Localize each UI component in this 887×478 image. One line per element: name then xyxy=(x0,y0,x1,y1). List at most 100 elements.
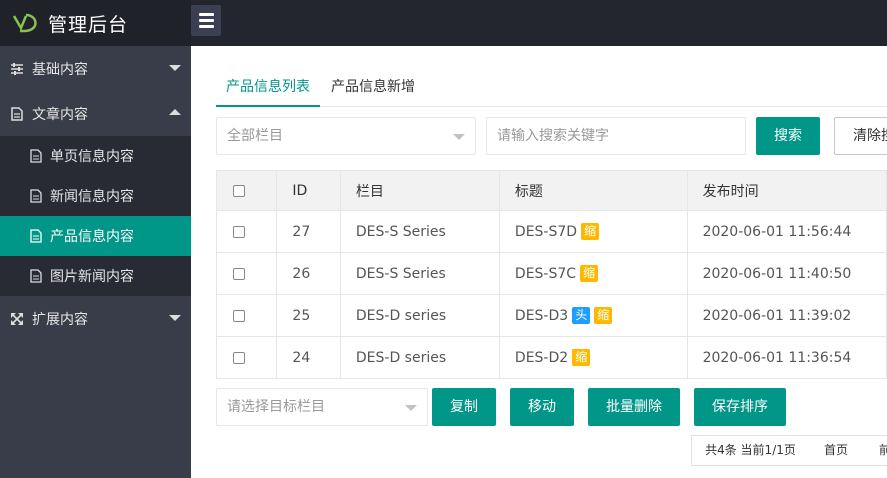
sidebar-item-label: 图片新闻内容 xyxy=(50,269,134,285)
row-select-cell xyxy=(215,336,278,379)
target-category-select[interactable]: 请选择目标栏目 xyxy=(216,388,428,426)
sidebar-submenu: 单页信息内容 新闻信息内容 产品信息内容 图片新闻内容 xyxy=(0,136,191,296)
row-id: 27 xyxy=(276,210,341,253)
row-select-cell xyxy=(215,210,278,253)
copy-button[interactable]: 复制 xyxy=(432,388,496,426)
row-select-cell xyxy=(215,294,278,337)
logo: 管理后台 xyxy=(0,0,191,46)
sliders-icon xyxy=(10,62,24,76)
sidebar-item-single-page[interactable]: 单页信息内容 xyxy=(0,136,191,176)
search-input[interactable]: 请输入搜索关键字 xyxy=(486,117,746,155)
select-all-checkbox[interactable] xyxy=(233,184,245,197)
row-time: 2020-06-01 11:36:54 xyxy=(686,336,887,379)
tab-bar: 产品信息列表 产品信息新增 xyxy=(216,70,887,107)
thumbnail-badge: 缩 xyxy=(594,307,613,324)
column-header-time: 发布时间 xyxy=(686,170,887,211)
row-id: 25 xyxy=(276,294,341,337)
batch-delete-button[interactable]: 批量删除 xyxy=(588,388,680,426)
row-category: DES-S Series xyxy=(339,252,500,295)
chevron-down-icon xyxy=(169,315,181,321)
search-input-placeholder: 请输入搜索关键字 xyxy=(497,128,609,144)
row-category: DES-D series xyxy=(339,336,500,379)
sidebar-item-label: 单页信息内容 xyxy=(50,149,134,165)
sidebar: 基础内容 文章内容 单页信息内容 新闻信息内容 产品信息内容 图片新闻内容 扩展… xyxy=(0,46,191,478)
dropdown-arrow-icon xyxy=(453,134,465,140)
document-icon xyxy=(30,229,42,243)
save-order-button[interactable]: 保存排序 xyxy=(694,388,786,426)
top-bar: 管理后台 xyxy=(0,0,887,46)
sidebar-item-products[interactable]: 产品信息内容 xyxy=(0,216,191,256)
row-title-link[interactable]: DES-S7D xyxy=(515,224,577,240)
row-id: 26 xyxy=(276,252,341,295)
menu-toggle-button[interactable] xyxy=(191,5,221,36)
search-button[interactable]: 搜索 xyxy=(756,117,820,155)
chevron-up-icon xyxy=(169,109,181,115)
tab-product-add[interactable]: 产品信息新增 xyxy=(320,70,426,107)
table-row: 25 DES-D series DES-D3 头缩 2020-06-01 11:3… xyxy=(215,294,887,337)
sidebar-group-articles[interactable]: 文章内容 xyxy=(0,91,191,136)
row-time: 2020-06-01 11:39:02 xyxy=(686,294,887,337)
row-category: DES-S Series xyxy=(339,210,500,253)
logo-icon xyxy=(12,13,37,33)
tab-product-list[interactable]: 产品信息列表 xyxy=(216,70,320,107)
category-select[interactable]: 全部栏目 xyxy=(216,117,476,155)
pagination-prev-button[interactable]: 前一页 xyxy=(863,435,887,466)
row-checkbox[interactable] xyxy=(233,267,245,280)
column-header-id: ID xyxy=(276,170,341,211)
table-row: 27 DES-S Series DES-S7D 缩 2020-06-01 11:5… xyxy=(215,210,887,253)
headline-badge: 头 xyxy=(572,307,591,324)
table-row: 24 DES-D series DES-D2 缩 2020-06-01 11:36… xyxy=(215,336,887,379)
product-table: ID 栏目 标题 发布时间 27 DES-S Series DES-S7D 缩 2… xyxy=(215,170,887,379)
document-icon xyxy=(30,149,42,163)
sidebar-item-news[interactable]: 新闻信息内容 xyxy=(0,176,191,216)
row-title-cell: DES-S7C 缩 xyxy=(498,252,688,295)
row-checkbox[interactable] xyxy=(233,351,245,364)
move-button[interactable]: 移动 xyxy=(510,388,574,426)
column-header-category: 栏目 xyxy=(339,170,500,211)
sidebar-group-extended[interactable]: 扩展内容 xyxy=(0,296,191,341)
hamburger-icon-line xyxy=(198,25,214,28)
main-content: 产品信息列表 产品信息新增 全部栏目 请输入搜索关键字 搜索 清除搜索 ID 栏… xyxy=(191,46,887,478)
row-title-cell: DES-D3 头缩 xyxy=(498,294,688,337)
document-icon xyxy=(30,189,42,203)
row-title-link[interactable]: DES-D2 xyxy=(515,350,568,366)
row-title-cell: DES-D2 缩 xyxy=(498,336,688,379)
document-icon xyxy=(30,269,42,283)
table-header-row: ID 栏目 标题 发布时间 xyxy=(215,170,887,211)
sidebar-item-image-news[interactable]: 图片新闻内容 xyxy=(0,256,191,296)
sidebar-item-label: 新闻信息内容 xyxy=(50,189,134,205)
row-title-link[interactable]: DES-D3 xyxy=(515,308,568,324)
thumbnail-badge: 缩 xyxy=(581,223,600,240)
row-select-cell xyxy=(215,252,278,295)
dropdown-arrow-icon xyxy=(405,405,417,411)
row-time: 2020-06-01 11:40:50 xyxy=(686,252,887,295)
chevron-down-icon xyxy=(169,65,181,71)
sidebar-group-label: 文章内容 xyxy=(32,106,88,123)
clear-search-button[interactable]: 清除搜索 xyxy=(834,117,887,155)
category-select-placeholder: 全部栏目 xyxy=(227,128,283,144)
app-title: 管理后台 xyxy=(48,13,129,36)
hamburger-icon-line xyxy=(198,19,214,22)
thumbnail-badge: 缩 xyxy=(572,349,591,366)
sidebar-group-label: 扩展内容 xyxy=(32,311,88,328)
row-time: 2020-06-01 11:56:44 xyxy=(686,210,887,253)
row-checkbox[interactable] xyxy=(233,309,245,322)
select-all-cell xyxy=(215,170,278,211)
pagination-first-button[interactable]: 首页 xyxy=(809,435,864,466)
document-icon xyxy=(10,106,24,121)
sidebar-item-label: 产品信息内容 xyxy=(50,229,134,245)
row-title-cell: DES-S7D 缩 xyxy=(498,210,688,253)
expand-icon xyxy=(10,312,24,326)
sidebar-group-label: 基础内容 xyxy=(32,61,88,78)
row-category: DES-D series xyxy=(339,294,500,337)
row-checkbox[interactable] xyxy=(233,225,245,238)
row-title-link[interactable]: DES-S7C xyxy=(515,266,576,282)
thumbnail-badge: 缩 xyxy=(580,265,599,282)
column-header-title: 标题 xyxy=(498,170,688,211)
hamburger-icon-line xyxy=(198,13,214,16)
row-id: 24 xyxy=(276,336,341,379)
table-row: 26 DES-S Series DES-S7C 缩 2020-06-01 11:4… xyxy=(215,252,887,295)
target-category-placeholder: 请选择目标栏目 xyxy=(227,399,325,415)
pagination-summary: 共4条 当前1/1页 xyxy=(691,435,810,466)
sidebar-group-basic[interactable]: 基础内容 xyxy=(0,46,191,91)
